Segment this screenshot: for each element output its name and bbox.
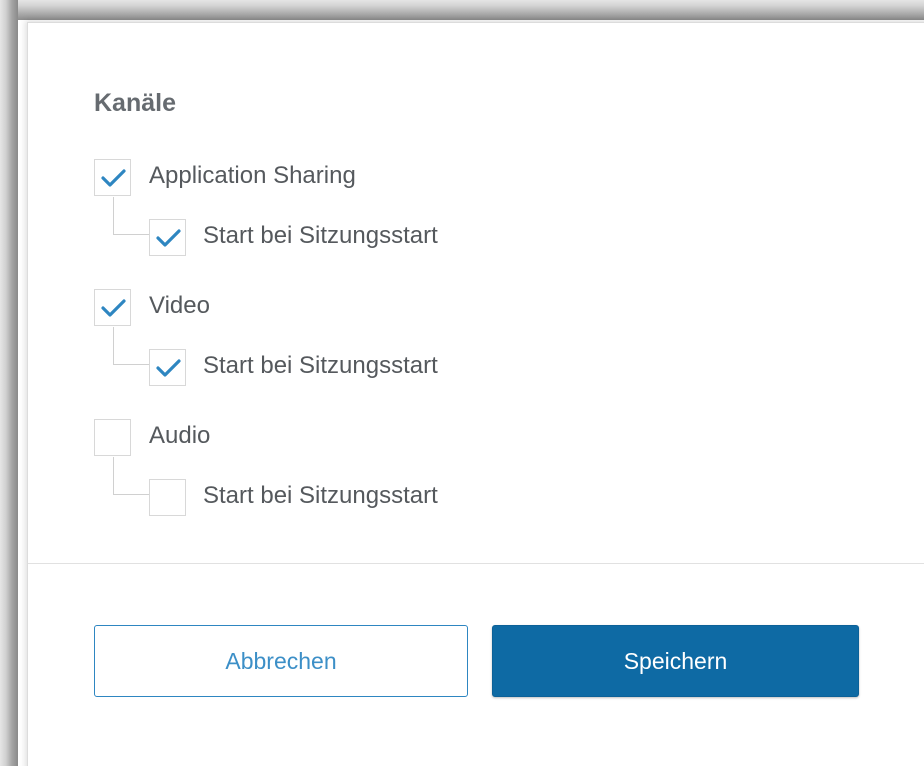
checkbox-video-autostart[interactable] bbox=[149, 349, 186, 386]
label-audio-autostart[interactable]: Start bei Sitzungsstart bbox=[203, 482, 438, 510]
label-application-sharing-autostart[interactable]: Start bei Sitzungsstart bbox=[203, 222, 438, 250]
tree-connector bbox=[113, 197, 150, 235]
checkbox-application-sharing[interactable] bbox=[94, 159, 131, 196]
cancel-button[interactable]: Abbrechen bbox=[94, 625, 468, 697]
tree-connector bbox=[113, 327, 150, 365]
save-button[interactable]: Speichern bbox=[492, 625, 859, 697]
checkbox-application-sharing-autostart[interactable] bbox=[149, 219, 186, 256]
label-audio[interactable]: Audio bbox=[149, 422, 210, 450]
label-video-autostart[interactable]: Start bei Sitzungsstart bbox=[203, 352, 438, 380]
label-video[interactable]: Video bbox=[149, 292, 210, 320]
checkbox-audio-autostart[interactable] bbox=[149, 479, 186, 516]
window: Kanäle Application Sharing Start bei Sit… bbox=[0, 0, 924, 766]
tree-connector bbox=[113, 457, 150, 495]
checkmark-icon bbox=[156, 229, 181, 247]
checkbox-audio[interactable] bbox=[94, 419, 131, 456]
label-application-sharing[interactable]: Application Sharing bbox=[149, 162, 356, 190]
checkmark-icon bbox=[101, 169, 126, 187]
window-shadow-top bbox=[0, 0, 924, 20]
checkmark-icon bbox=[101, 299, 126, 317]
section-title: Kanäle bbox=[94, 89, 176, 117]
footer-divider bbox=[28, 563, 924, 564]
window-shadow-left bbox=[0, 0, 18, 766]
checkmark-icon bbox=[156, 359, 181, 377]
checkbox-video[interactable] bbox=[94, 289, 131, 326]
